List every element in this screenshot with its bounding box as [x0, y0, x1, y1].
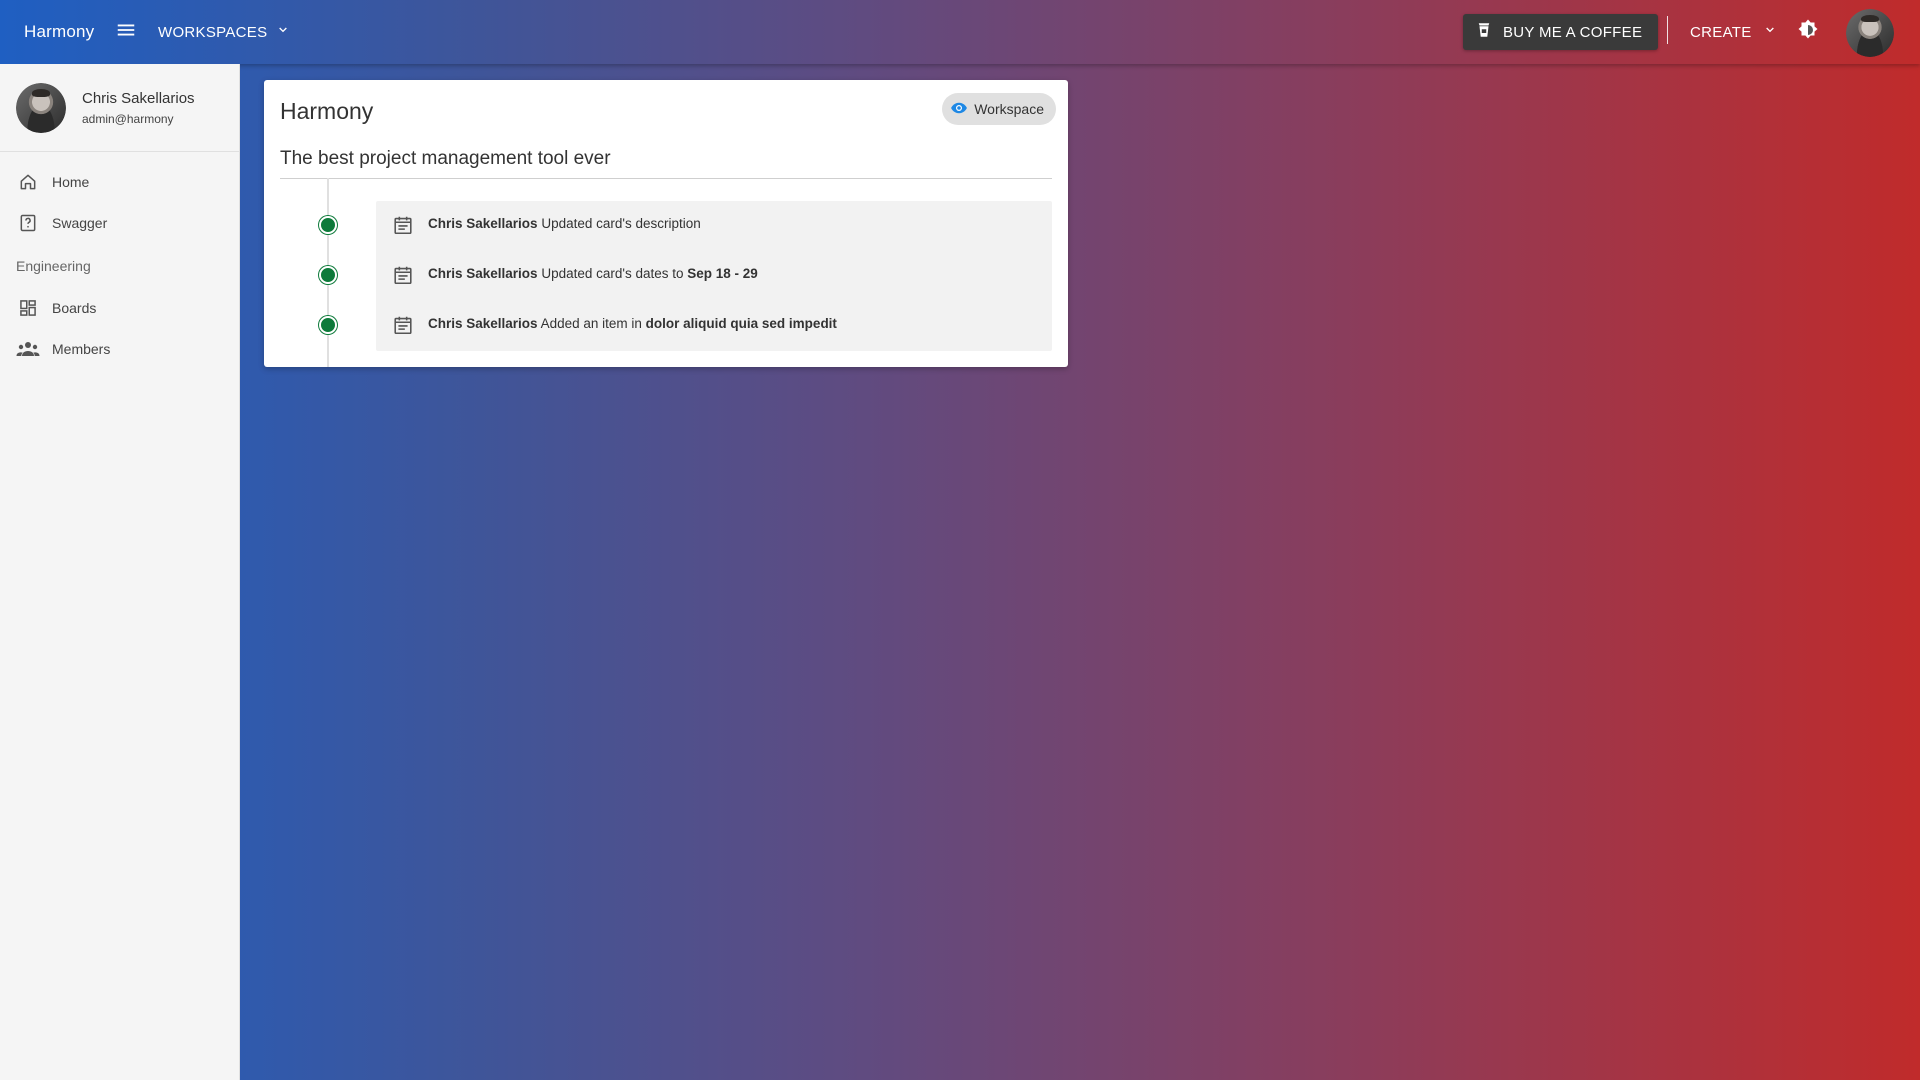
home-icon: [16, 170, 40, 194]
people-icon: [16, 337, 40, 361]
activity-action: Updated card's description: [541, 216, 701, 231]
timeline-dot: [319, 216, 337, 234]
workspace-card: Harmony Workspace The best project manag…: [264, 80, 1068, 367]
avatar: [16, 82, 66, 133]
activity-action: Updated card's dates to: [541, 266, 684, 281]
profile-name: Chris Sakellarios: [82, 89, 195, 107]
dashboard-icon: [16, 296, 40, 320]
avatar: [1846, 9, 1894, 57]
activity-user: Chris Sakellarios: [428, 266, 538, 281]
sidebar-item-swagger[interactable]: Swagger: [0, 202, 239, 243]
timeline-dot: [319, 266, 337, 284]
user-avatar-button[interactable]: [1846, 9, 1894, 57]
timeline-item: Chris Sakellarios Added an item in dolor…: [264, 304, 1068, 344]
brightness-icon: [1796, 18, 1820, 47]
timeline-item: Chris Sakellarios Updated card's dates t…: [264, 254, 1068, 294]
workspace-title: Harmony: [280, 98, 374, 124]
create-label: CREATE: [1690, 23, 1752, 41]
activity-action: Added an item in: [540, 316, 642, 331]
buy-me-a-coffee-button[interactable]: BUY ME A COFFEE: [1463, 14, 1659, 50]
profile-text: Chris Sakellarios admin@harmony: [82, 90, 195, 126]
sidebar-item-boards[interactable]: Boards: [0, 287, 239, 328]
chip-label: Workspace: [974, 101, 1044, 117]
sidebar-item-members[interactable]: Members: [0, 328, 239, 369]
theme-toggle-button[interactable]: [1792, 16, 1824, 48]
timeline-dot: [319, 316, 337, 334]
calendar-text-icon: [392, 314, 414, 336]
calendar-text-icon: [392, 214, 414, 236]
eye-icon: [950, 99, 968, 120]
activity-highlight: dolor aliquid quia sed impedit: [645, 316, 837, 331]
activity-text: Chris Sakellarios Updated card's descrip…: [428, 216, 701, 231]
toolbar-divider: [1667, 16, 1668, 44]
sidebar-item-label: Boards: [52, 299, 97, 316]
top-app-bar: Harmony WORKSPACES BUY ME A COFFEE CREAT…: [0, 0, 1920, 64]
hamburger-icon: [115, 19, 137, 46]
sidebar-item-home[interactable]: Home: [0, 161, 239, 202]
sidebar-item-label: Home: [52, 173, 90, 190]
sidebar-item-label: Swagger: [52, 214, 108, 231]
profile-email: admin@harmony: [82, 111, 174, 126]
sidebar-item-label: Members: [52, 340, 111, 357]
user-profile: Chris Sakellarios admin@harmony: [0, 64, 239, 152]
menu-button[interactable]: [110, 16, 142, 48]
coffee-button-label: BUY ME A COFFEE: [1503, 23, 1643, 41]
workspace-visibility-chip[interactable]: Workspace: [942, 93, 1056, 125]
app-title[interactable]: Harmony: [24, 0, 94, 64]
activity-highlight: Sep 18 - 29: [687, 266, 758, 281]
activity-user: Chris Sakellarios: [428, 216, 538, 231]
chevron-down-icon: [275, 22, 291, 42]
timeline-item: Chris Sakellarios Updated card's descrip…: [264, 204, 1068, 244]
create-dropdown-button[interactable]: CREATE: [1682, 12, 1786, 52]
activity-user: Chris Sakellarios: [428, 316, 538, 331]
help-box-icon: [16, 211, 40, 235]
workspaces-dropdown-button[interactable]: WORKSPACES: [150, 12, 299, 52]
sidebar-nav: Home Swagger Engineering Boards Members: [0, 152, 239, 369]
activity-text: Chris Sakellarios Added an item in dolor…: [428, 316, 837, 331]
sidebar-section-header: Engineering: [16, 258, 91, 274]
workspace-description: The best project management tool ever: [280, 148, 1052, 179]
profile-avatar: [16, 82, 66, 133]
chevron-down-icon: [1762, 22, 1778, 42]
activity-text: Chris Sakellarios Updated card's dates t…: [428, 266, 758, 281]
sidebar: Chris Sakellarios admin@harmony Home Swa…: [0, 64, 240, 1080]
calendar-text-icon: [392, 264, 414, 286]
coffee-cup-icon: [1475, 21, 1493, 43]
workspaces-label: WORKSPACES: [158, 23, 268, 41]
